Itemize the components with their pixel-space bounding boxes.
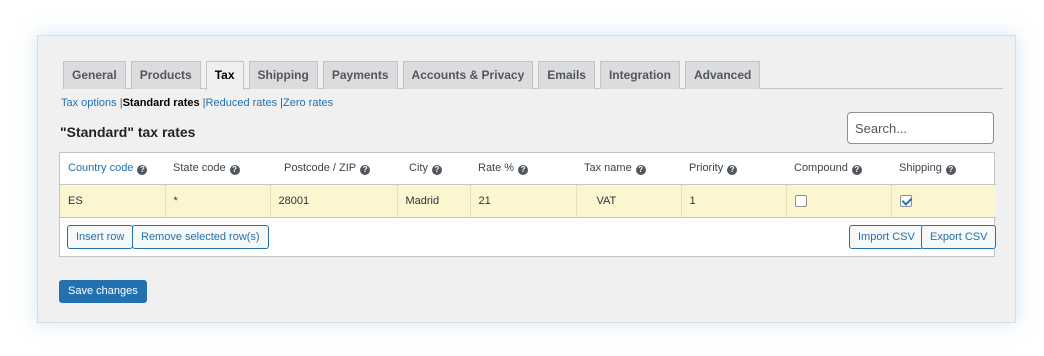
- tab-products[interactable]: Products: [130, 61, 201, 89]
- table-row[interactable]: ES * 28001 Madrid 21 VAT 1: [60, 184, 996, 218]
- tab-integration[interactable]: Integration: [599, 61, 680, 89]
- cell-shipping: [891, 184, 996, 218]
- cell-rate[interactable]: 21: [470, 184, 577, 218]
- save-changes-button[interactable]: Save changes: [59, 280, 147, 303]
- column-header-postcode: Postcode / ZIP?: [270, 153, 397, 185]
- tab-advanced[interactable]: Advanced: [684, 61, 761, 89]
- column-label: Postcode / ZIP: [284, 161, 357, 174]
- column-label: City: [409, 161, 428, 174]
- table-header-row: Country code? State code? Postcode / ZIP…: [60, 153, 996, 185]
- question-mark-icon[interactable]: ?: [851, 164, 862, 175]
- column-header-compound: Compound?: [786, 153, 891, 185]
- column-header-priority: Priority?: [681, 153, 786, 185]
- column-label: Country code: [68, 161, 134, 174]
- import-csv-button[interactable]: Import CSV: [849, 225, 924, 249]
- tab-payments[interactable]: Payments: [322, 61, 398, 89]
- tax-subnav: Tax options |Standard rates |Reduced rat…: [61, 97, 333, 109]
- column-header-rate: Rate %?: [470, 153, 576, 185]
- question-mark-icon[interactable]: ?: [945, 164, 956, 175]
- cell-compound: [786, 184, 892, 218]
- tax-rates-table-container: Country code? State code? Postcode / ZIP…: [59, 152, 997, 257]
- cell-tax-name[interactable]: VAT: [576, 184, 682, 218]
- column-header-shipping: Shipping?: [891, 153, 996, 185]
- search-input[interactable]: [847, 112, 994, 144]
- column-header-city: City?: [397, 153, 470, 185]
- column-header-tax-name: Tax name?: [576, 153, 681, 185]
- column-label: Rate %: [478, 161, 515, 174]
- tax-rates-table: Country code? State code? Postcode / ZIP…: [60, 153, 996, 218]
- cell-postcode[interactable]: 28001: [270, 184, 398, 218]
- question-mark-icon[interactable]: ?: [518, 164, 529, 175]
- column-label: Compound: [794, 161, 848, 174]
- cell-city[interactable]: Madrid: [397, 184, 471, 218]
- question-mark-icon[interactable]: ?: [360, 164, 371, 175]
- subnav-tax-options[interactable]: Tax options: [61, 97, 117, 109]
- section-title: "Standard" tax rates: [60, 124, 196, 140]
- subnav-standard-rates: Standard rates: [122, 97, 200, 109]
- question-mark-icon[interactable]: ?: [431, 164, 442, 175]
- remove-selected-rows-button[interactable]: Remove selected row(s): [132, 225, 269, 249]
- settings-panel: General Products Tax Shipping Payments A…: [37, 35, 1016, 323]
- subnav-zero-rates[interactable]: Zero rates: [283, 97, 333, 109]
- tab-accounts-privacy[interactable]: Accounts & Privacy: [402, 61, 534, 89]
- cell-country-code[interactable]: ES: [60, 184, 166, 218]
- question-mark-icon[interactable]: ?: [137, 164, 148, 175]
- question-mark-icon[interactable]: ?: [727, 164, 738, 175]
- subnav-reduced-rates[interactable]: Reduced rates: [206, 97, 278, 109]
- shipping-checkbox[interactable]: [899, 194, 912, 207]
- question-mark-icon[interactable]: ?: [229, 164, 240, 175]
- column-label: Shipping: [899, 161, 942, 174]
- tab-shipping[interactable]: Shipping: [248, 61, 318, 89]
- column-header-country-code[interactable]: Country code?: [60, 153, 165, 185]
- settings-tabs: General Products Tax Shipping Payments A…: [63, 61, 1003, 90]
- column-header-state-code: State code?: [165, 153, 270, 185]
- insert-row-button[interactable]: Insert row: [67, 225, 134, 249]
- tab-emails[interactable]: Emails: [538, 61, 595, 89]
- column-label: State code: [173, 161, 226, 174]
- cell-priority[interactable]: 1: [681, 184, 787, 218]
- cell-state-code[interactable]: *: [165, 184, 271, 218]
- column-label: Tax name: [584, 161, 632, 174]
- question-mark-icon[interactable]: ?: [635, 164, 646, 175]
- tab-general[interactable]: General: [63, 61, 126, 89]
- compound-checkbox[interactable]: [794, 194, 807, 207]
- export-csv-button[interactable]: Export CSV: [921, 225, 997, 249]
- tab-tax[interactable]: Tax: [205, 61, 244, 90]
- column-label: Priority: [689, 161, 724, 174]
